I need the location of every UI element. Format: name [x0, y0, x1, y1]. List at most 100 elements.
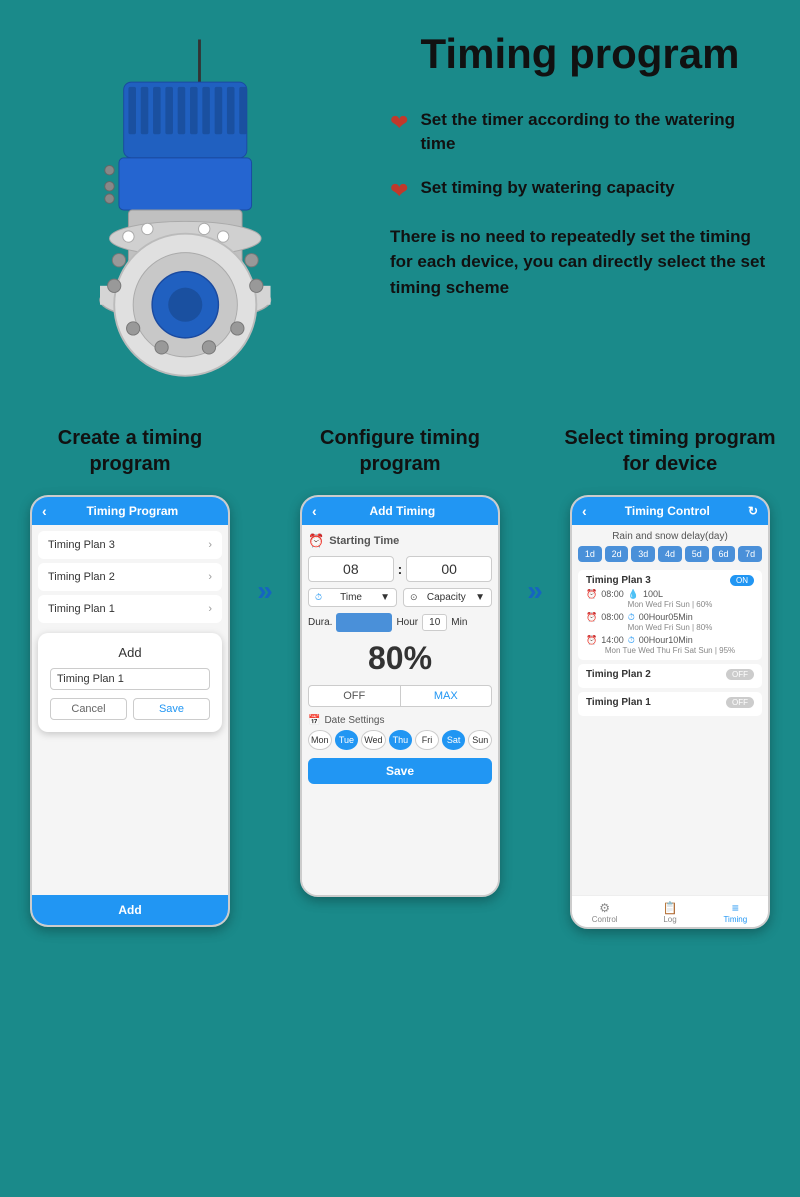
capacity-icon: ⊙: [410, 592, 418, 603]
day-sun[interactable]: Sun: [468, 730, 492, 750]
hour-input[interactable]: 08: [308, 556, 394, 582]
day-pill-4d[interactable]: 4d: [658, 546, 682, 562]
percent-display: 80%: [308, 640, 492, 677]
phone1-plan3-arrow: ›: [208, 539, 212, 551]
tp3-duration3: 00Hour10Min: [639, 635, 693, 645]
phone3-mockup: ‹ Timing Control ↻ Rain and snow delay(d…: [570, 495, 770, 929]
timing-plan-1-row: Timing Plan 1 OFF: [578, 692, 762, 716]
arrow-divider-1: »: [240, 495, 290, 607]
tp3-duration2: 00Hour05Min: [639, 612, 693, 622]
nav-timing[interactable]: ≡ Timing: [703, 901, 768, 924]
phone1-plan1-label: Timing Plan 1: [48, 603, 115, 615]
log-icon: 📋: [637, 901, 702, 915]
phone3-back-arrow[interactable]: ‹: [582, 503, 587, 519]
day-pills-row: 1d 2d 3d 4d 5d 6d 7d: [578, 546, 762, 562]
double-arrow-1: »: [257, 575, 273, 607]
minute-input[interactable]: 00: [406, 556, 492, 582]
phone2-save-button[interactable]: Save: [308, 758, 492, 784]
day-fri[interactable]: Fri: [415, 730, 439, 750]
tp3-toggle[interactable]: ON: [730, 575, 754, 586]
tp3-name: Timing Plan 3: [586, 575, 651, 586]
tp3-entry1-row: ⏰ 08:00 💧 100L: [586, 589, 754, 600]
control-icon: ⚙: [572, 901, 637, 915]
phone3-header: ‹ Timing Control ↻: [572, 497, 768, 525]
phone1-list-item-3[interactable]: Timing Plan 3 ›: [38, 531, 222, 559]
day-pill-5d[interactable]: 5d: [685, 546, 709, 562]
min-value[interactable]: 10: [422, 614, 447, 631]
feature-text-2: Set timing by watering capacity: [420, 176, 674, 200]
capacity-chevron: ▼: [475, 592, 485, 603]
tp1-toggle[interactable]: OFF: [726, 697, 754, 708]
tp3-duration-icon-2: ⏱: [628, 612, 635, 623]
tp3-clock-icon-1: ⏰: [586, 589, 597, 600]
day-wed[interactable]: Wed: [361, 730, 385, 750]
phone1-plan-name-input[interactable]: [50, 668, 210, 690]
phone1-body: Timing Plan 3 › Timing Plan 2 › Timing P…: [32, 525, 228, 895]
feature-item-2: ❤ Set timing by watering capacity: [390, 176, 770, 204]
day-pill-6d[interactable]: 6d: [712, 546, 736, 562]
time-dropdown[interactable]: ⏱ Time ▼: [308, 588, 397, 607]
off-button[interactable]: OFF: [308, 685, 400, 707]
phone1-list-item-1[interactable]: Timing Plan 1 ›: [38, 595, 222, 623]
heart-icon-2: ❤: [390, 178, 408, 204]
capacity-label: Capacity: [427, 592, 466, 603]
tp1-header: Timing Plan 1 OFF: [586, 697, 754, 708]
timing-plan-3-row: Timing Plan 3 ON ⏰ 08:00 💧 100L Mon Wed …: [578, 570, 762, 660]
date-settings-label: 📅 Date Settings: [308, 715, 492, 726]
calendar-icon: 📅: [308, 715, 320, 726]
day-pill-7d[interactable]: 7d: [738, 546, 762, 562]
dura-box: [336, 613, 392, 632]
phone1-footer-add: Add: [42, 903, 218, 917]
tp3-time2: 08:00: [601, 612, 624, 622]
phone1-footer[interactable]: Add: [32, 895, 228, 925]
nav-control-label: Control: [592, 915, 618, 924]
phone1-plan2-arrow: ›: [208, 571, 212, 583]
tp3-entry2-row: ⏰ 08:00 ⏱ 00Hour05Min: [586, 612, 754, 623]
off-max-row: OFF MAX: [308, 685, 492, 707]
phone1-save-button[interactable]: Save: [133, 698, 210, 720]
capacity-dropdown[interactable]: ⊙ Capacity ▼: [403, 588, 492, 607]
day-mon[interactable]: Mon: [308, 730, 332, 750]
product-image: [30, 30, 350, 390]
refresh-icon[interactable]: ↻: [748, 504, 758, 518]
arrow-divider-2: »: [510, 495, 560, 607]
step2-title-area: Configure timing program: [290, 425, 510, 485]
day-tue[interactable]: Tue: [335, 730, 359, 750]
phone1-cancel-button[interactable]: Cancel: [50, 698, 127, 720]
day-pill-3d[interactable]: 3d: [631, 546, 655, 562]
day-pill-2d[interactable]: 2d: [605, 546, 629, 562]
phone1-back-arrow[interactable]: ‹: [42, 503, 47, 519]
nav-log[interactable]: 📋 Log: [637, 901, 702, 924]
day-sat[interactable]: Sat: [442, 730, 466, 750]
phone2-back-arrow[interactable]: ‹: [312, 503, 317, 519]
nav-control[interactable]: ⚙ Control: [572, 901, 637, 924]
step2-title: Configure timing program: [290, 425, 510, 477]
step3-title-area: Select timing program for device: [560, 425, 780, 485]
product-image-area: [30, 30, 370, 395]
tp2-toggle[interactable]: OFF: [726, 669, 754, 680]
phone2-body: ⏰ Starting Time 08 : 00 ⏱ Time ▼: [302, 525, 498, 895]
tp2-header: Timing Plan 2 OFF: [586, 669, 754, 680]
time-input-row: 08 : 00: [308, 556, 492, 582]
max-button[interactable]: MAX: [400, 685, 493, 707]
phone1-plan3-label: Timing Plan 3: [48, 539, 115, 551]
tp3-capacity-icon-1: 💧: [628, 589, 639, 600]
phone1-header: ‹ Timing Program: [32, 497, 228, 525]
right-content: Timing program ❤ Set the timer according…: [370, 30, 770, 300]
timing-icon: ≡: [703, 901, 768, 915]
day-pill-1d[interactable]: 1d: [578, 546, 602, 562]
phone1-list-item-2[interactable]: Timing Plan 2 ›: [38, 563, 222, 591]
day-thu[interactable]: Thu: [389, 730, 413, 750]
phone2-header-title: Add Timing: [369, 504, 435, 518]
feature-text-1: Set the timer according to the watering …: [420, 108, 770, 156]
phone3-header-title: Timing Control: [625, 504, 710, 518]
phone1-area: ‹ Timing Program Timing Plan 3 › Timing …: [20, 495, 240, 927]
phone3-body: Rain and snow delay(day) 1d 2d 3d 4d 5d …: [572, 525, 768, 895]
phone1-dialog-title: Add: [50, 645, 210, 660]
time-colon: :: [398, 561, 403, 577]
time-icon: ⏱: [315, 592, 322, 603]
date-settings-text: Date Settings: [324, 715, 384, 726]
min-label: Min: [451, 617, 467, 628]
tp3-time3: 14:00: [601, 635, 624, 645]
phone3-area: ‹ Timing Control ↻ Rain and snow delay(d…: [560, 495, 780, 929]
